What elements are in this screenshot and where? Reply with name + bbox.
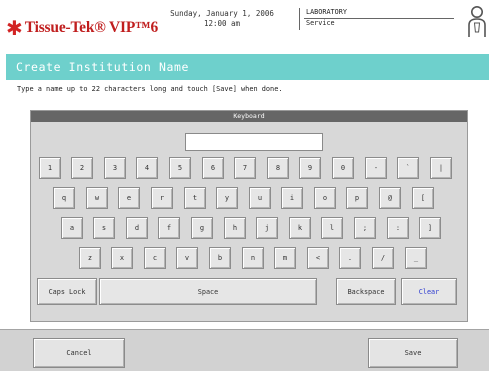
header: ✱ Tissue-Tek® VIP™6 Sunday, January 1, 2…	[0, 0, 489, 52]
key-w[interactable]: w	[86, 187, 108, 209]
key-n[interactable]: n	[242, 247, 264, 269]
key-at[interactable]: @	[379, 187, 401, 209]
key-d[interactable]: d	[126, 217, 148, 239]
header-divider	[299, 8, 300, 30]
key-g[interactable]: g	[191, 217, 213, 239]
key-m[interactable]: m	[274, 247, 296, 269]
key-y[interactable]: y	[216, 187, 238, 209]
key-f[interactable]: f	[158, 217, 180, 239]
key-less-than[interactable]: <	[307, 247, 329, 269]
key-i[interactable]: i	[281, 187, 303, 209]
key-9[interactable]: 9	[299, 157, 321, 179]
key-o[interactable]: o	[314, 187, 336, 209]
key-1[interactable]: 1	[39, 157, 61, 179]
key-slash[interactable]: /	[372, 247, 394, 269]
key-x[interactable]: x	[111, 247, 133, 269]
title-bar: Create Institution Name	[6, 54, 489, 80]
key-s[interactable]: s	[93, 217, 115, 239]
key-semicolon[interactable]: ;	[354, 217, 376, 239]
time-text: 12:00 am	[203, 19, 241, 28]
key-c[interactable]: c	[144, 247, 166, 269]
key-k[interactable]: k	[289, 217, 311, 239]
key-t[interactable]: t	[184, 187, 206, 209]
key-7[interactable]: 7	[234, 157, 256, 179]
key-colon[interactable]: :	[387, 217, 409, 239]
key-4[interactable]: 4	[136, 157, 158, 179]
key-6[interactable]: 6	[202, 157, 224, 179]
key-pipe[interactable]: |	[430, 157, 452, 179]
key-period[interactable]: .	[339, 247, 361, 269]
key-8[interactable]: 8	[267, 157, 289, 179]
context-underline	[304, 18, 454, 19]
cancel-button[interactable]: Cancel	[33, 338, 125, 368]
key-p[interactable]: p	[346, 187, 368, 209]
key-l[interactable]: l	[321, 217, 343, 239]
name-input[interactable]	[185, 133, 323, 151]
caps-lock-key[interactable]: Caps Lock	[37, 278, 97, 305]
key-underscore[interactable]: _	[405, 247, 427, 269]
key-z[interactable]: z	[79, 247, 101, 269]
date-text: Sunday, January 1, 2006	[170, 9, 274, 18]
key-backtick[interactable]: `	[397, 157, 419, 179]
key-u[interactable]: u	[249, 187, 271, 209]
datetime: Sunday, January 1, 2006 12:00 am	[152, 9, 292, 29]
keyboard-title: Keyboard	[233, 112, 265, 120]
space-key[interactable]: Space	[99, 278, 317, 305]
key-5[interactable]: 5	[169, 157, 191, 179]
instruction-text: Type a name up to 22 characters long and…	[17, 85, 283, 93]
key-3[interactable]: 3	[104, 157, 126, 179]
keyboard-header: Keyboard	[31, 111, 467, 122]
key-a[interactable]: a	[61, 217, 83, 239]
key-j[interactable]: j	[256, 217, 278, 239]
key-r[interactable]: r	[151, 187, 173, 209]
key-b[interactable]: b	[209, 247, 231, 269]
key-v[interactable]: v	[176, 247, 198, 269]
key-q[interactable]: q	[53, 187, 75, 209]
key-h[interactable]: h	[224, 217, 246, 239]
key-2[interactable]: 2	[71, 157, 93, 179]
logo-star-icon: ✱	[6, 16, 23, 40]
save-button[interactable]: Save	[368, 338, 458, 368]
keyboard-panel: Keyboard 1 2 3 4 5 6 7 8 9 0 - ` | q w e…	[30, 110, 468, 322]
key-e[interactable]: e	[118, 187, 140, 209]
key-minus[interactable]: -	[365, 157, 387, 179]
backspace-key[interactable]: Backspace	[336, 278, 396, 305]
key-open-bracket[interactable]: [	[412, 187, 434, 209]
logo: ✱ Tissue-Tek® VIP™6	[6, 16, 158, 40]
clear-key[interactable]: Clear	[401, 278, 457, 305]
page-title: Create Institution Name	[16, 60, 190, 74]
key-close-bracket[interactable]: ]	[419, 217, 441, 239]
context-secondary: Service	[306, 19, 335, 27]
person-icon[interactable]	[466, 5, 488, 39]
key-0[interactable]: 0	[332, 157, 354, 179]
context-primary: LABORATORY	[306, 8, 347, 16]
logo-text: Tissue-Tek® VIP™6	[24, 19, 158, 36]
